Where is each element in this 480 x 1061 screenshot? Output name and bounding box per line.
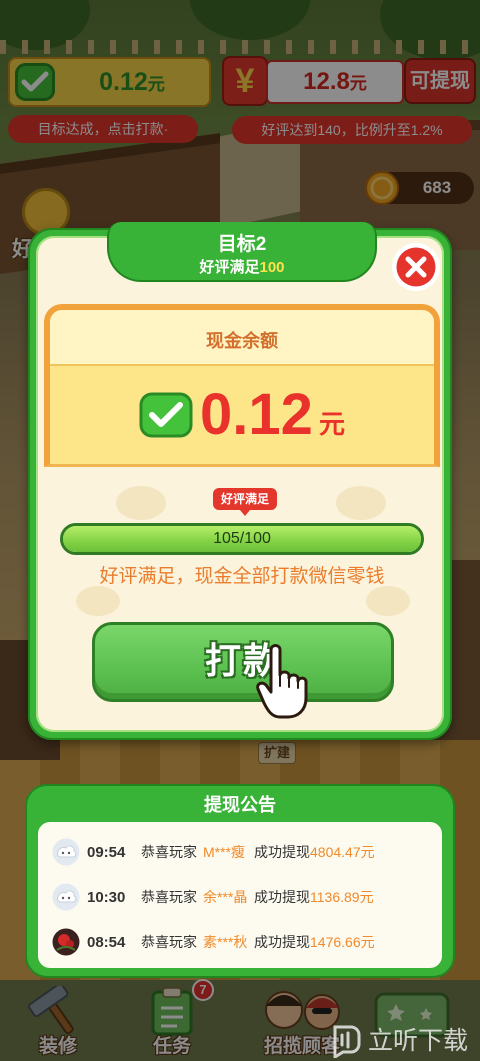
watermark-text: 立听下载 bbox=[368, 1027, 469, 1055]
goal-subtitle: 好评满足100 bbox=[109, 258, 375, 278]
withdraw-announcements: 提现公告 09:54 恭喜玩家 M***瘦 成功提现 4804.47元 10:3… bbox=[25, 784, 455, 978]
row-prefix: 恭喜玩家 bbox=[141, 889, 197, 905]
balance-amount-row: 0.12 元 bbox=[50, 382, 434, 447]
balance-amount: 0.12 bbox=[200, 382, 313, 447]
row-player: 素***秋 bbox=[203, 934, 248, 950]
balance-unit: 元 bbox=[318, 408, 345, 439]
row-action: 成功提现 bbox=[254, 934, 310, 950]
payout-button-label: 打款 bbox=[204, 640, 281, 681]
background-pattern bbox=[76, 586, 120, 616]
background-pattern bbox=[336, 486, 386, 520]
list-item: 08:54 恭喜玩家 素***秋 成功提现 1476.66元 bbox=[38, 920, 442, 965]
close-icon[interactable] bbox=[391, 242, 441, 292]
background-pattern bbox=[366, 586, 410, 616]
row-action: 成功提现 bbox=[254, 844, 310, 860]
row-time: 10:30 bbox=[87, 889, 126, 906]
row-action: 成功提现 bbox=[254, 889, 310, 905]
row-amount: 4804.47元 bbox=[310, 844, 375, 860]
row-prefix: 恭喜玩家 bbox=[141, 934, 197, 950]
row-prefix: 恭喜玩家 bbox=[141, 844, 197, 860]
cloud-avatar bbox=[52, 838, 80, 866]
watermark-logo-icon bbox=[333, 1025, 361, 1058]
row-player: 余***晶 bbox=[203, 889, 248, 905]
balance-title: 现金余额 bbox=[206, 331, 278, 351]
announcements-list: 09:54 恭喜玩家 M***瘦 成功提现 4804.47元 10:30 恭喜玩… bbox=[38, 822, 442, 968]
goal-subtitle-value: 100 bbox=[259, 259, 285, 276]
background-pattern bbox=[116, 486, 166, 520]
goal-modal: 目标2 好评满足100 现金余额 0.12 元 好评满足 105/100 好评满… bbox=[28, 222, 452, 740]
list-item: 10:30 恭喜玩家 余***晶 成功提现 1136.89元 bbox=[38, 875, 442, 920]
flower-photo-avatar bbox=[52, 928, 80, 956]
cash-balance-card: 现金余额 0.12 元 bbox=[44, 304, 440, 467]
hand-pointer-icon bbox=[256, 644, 308, 719]
row-time: 08:54 bbox=[87, 934, 126, 951]
goal-subtitle-prefix: 好评满足 bbox=[199, 259, 260, 276]
row-amount: 1136.89元 bbox=[310, 889, 374, 905]
list-item: 09:54 恭喜玩家 M***瘦 成功提现 4804.47元 bbox=[38, 830, 442, 875]
payout-hint: 好评满足，现金全部打款微信零钱 bbox=[99, 566, 385, 587]
announcements-title: 提现公告 bbox=[204, 795, 276, 815]
goal-title: 目标2 bbox=[217, 234, 267, 255]
progress-bar: 105/100 bbox=[60, 523, 424, 555]
goal-tab: 目标2 好评满足100 bbox=[107, 222, 377, 282]
progress-tag: 好评满足 bbox=[213, 488, 277, 516]
cloud-avatar bbox=[52, 883, 80, 911]
wechat-icon bbox=[139, 392, 193, 438]
row-amount: 1476.66元 bbox=[310, 934, 375, 950]
row-time: 09:54 bbox=[87, 844, 126, 861]
row-player: M***瘦 bbox=[203, 844, 246, 860]
payout-button[interactable]: 打款 bbox=[92, 622, 394, 702]
progress-label: 105/100 bbox=[213, 530, 271, 547]
game-screen: 好 扩建 0.12元 目标达成，点击打款· ¥ 12.8元 可提现 好评达到14… bbox=[0, 0, 480, 1061]
